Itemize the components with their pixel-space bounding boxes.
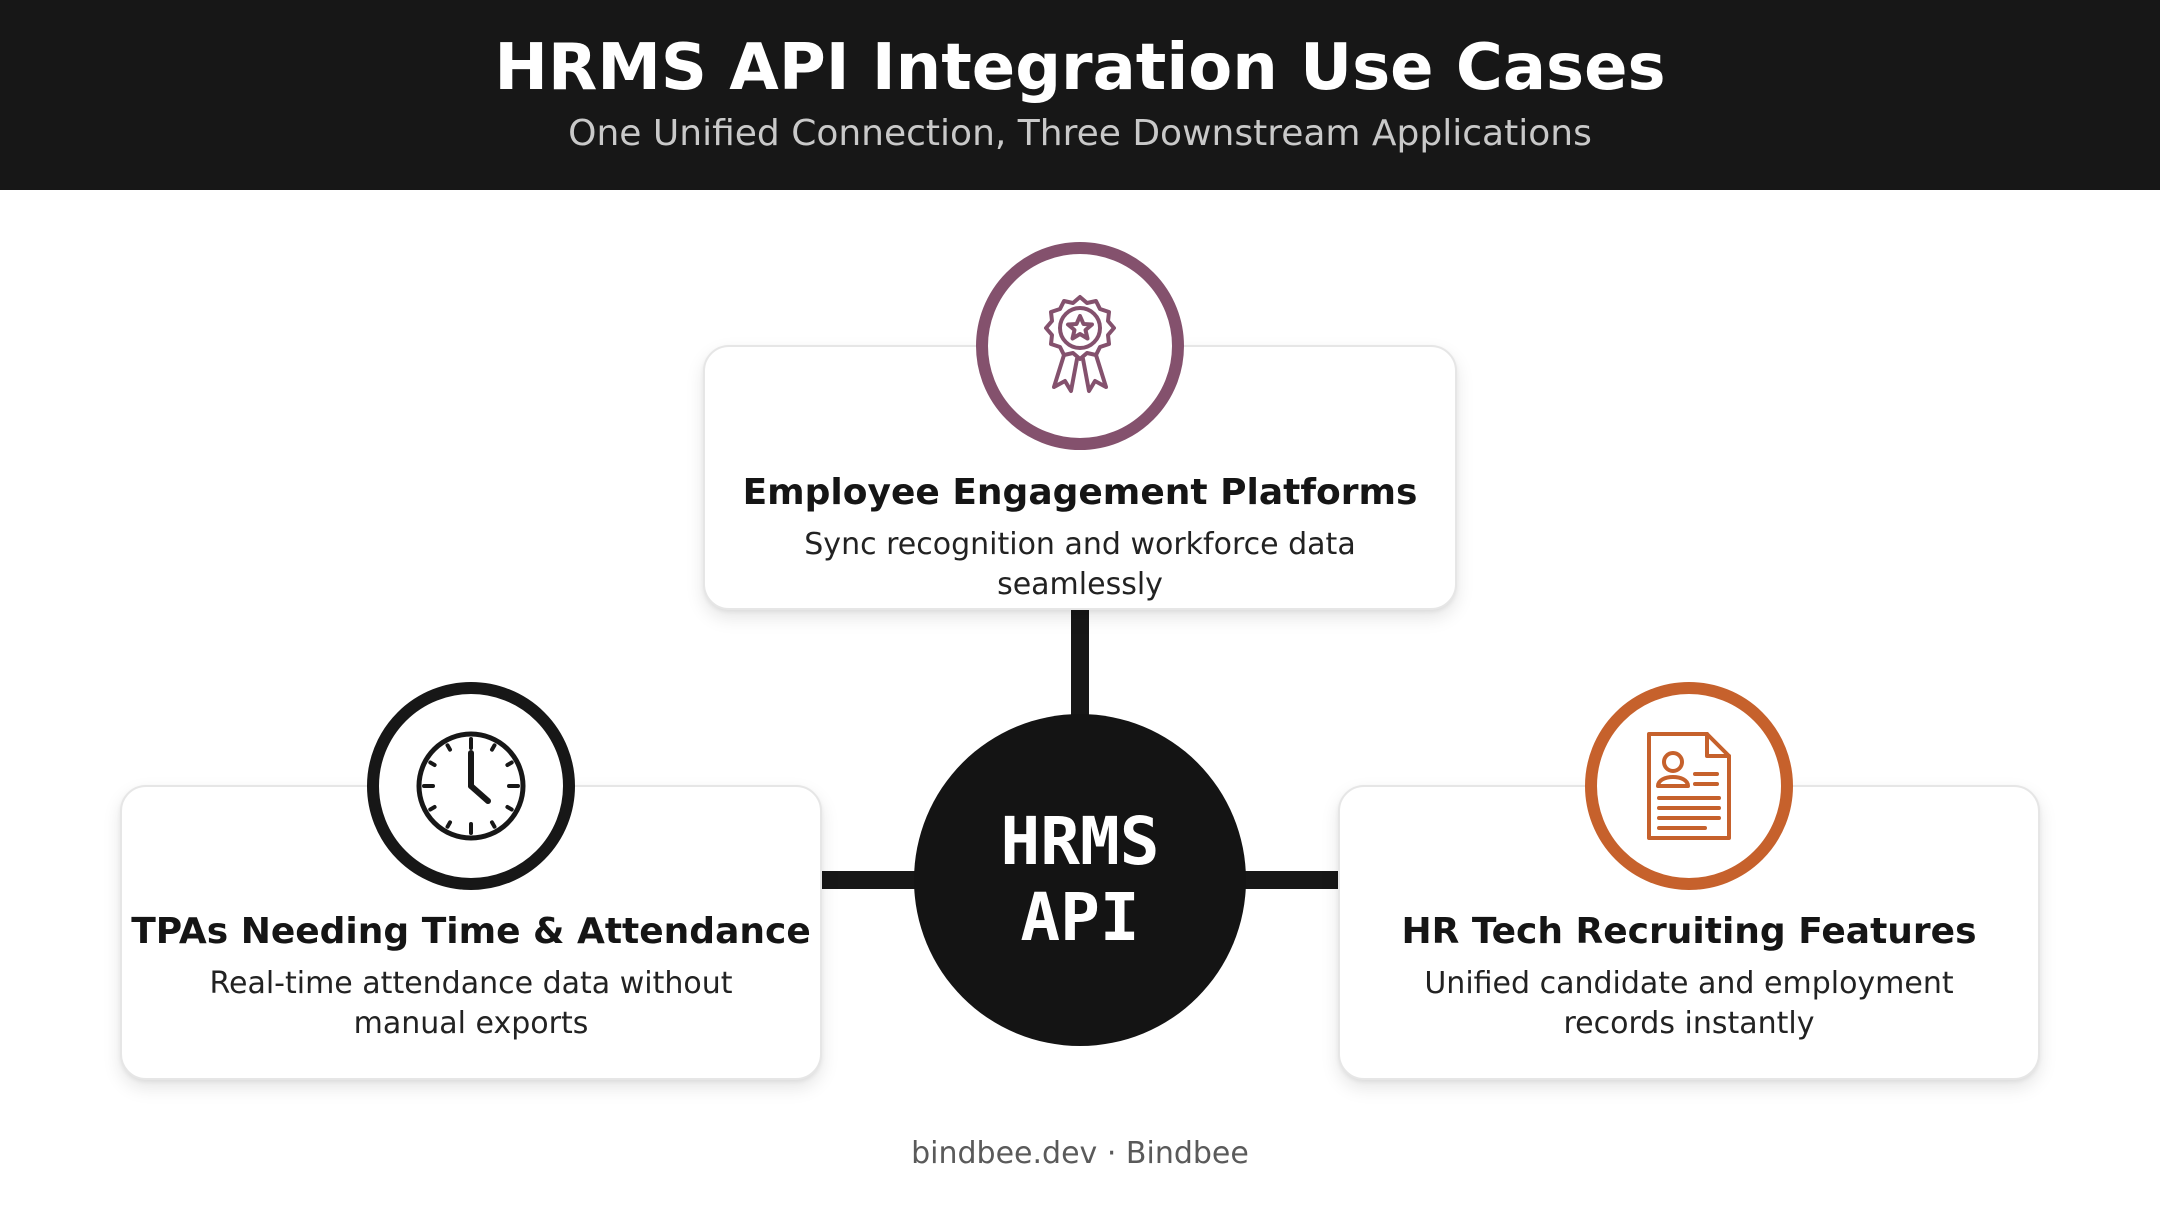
card-title: Employee Engagement Platforms [742, 472, 1418, 513]
header-banner: HRMS API Integration Use Cases One Unifi… [0, 0, 2160, 190]
card-description: Real-time attendance data without manual… [209, 966, 733, 1041]
page-subtitle: One Unified Connection, Three Downstream… [568, 113, 1592, 154]
card-title: TPAs Needing Time & Attendance [131, 911, 811, 952]
diagram-page: HRMS API Integration Use Cases One Unifi… [0, 0, 2160, 1206]
clock-icon [367, 682, 575, 890]
footer-attribution: bindbee.dev · Bindbee [911, 1136, 1249, 1171]
card-description: Sync recognition and workforce data seam… [804, 527, 1356, 602]
hub-label-line2: API [1020, 879, 1140, 956]
resume-document-icon [1585, 682, 1793, 890]
page-title: HRMS API Integration Use Cases [494, 31, 1666, 105]
card-title: HR Tech Recruiting Features [1401, 911, 1977, 952]
connector-left [820, 871, 920, 889]
connector-right [1240, 871, 1340, 889]
hrms-api-hub: HRMS API [914, 714, 1246, 1046]
hub-label-line1: HRMS [1000, 803, 1160, 880]
card-description: Unified candidate and employment records… [1424, 966, 1954, 1041]
award-ribbon-icon [976, 242, 1184, 450]
connector-top [1071, 608, 1089, 720]
